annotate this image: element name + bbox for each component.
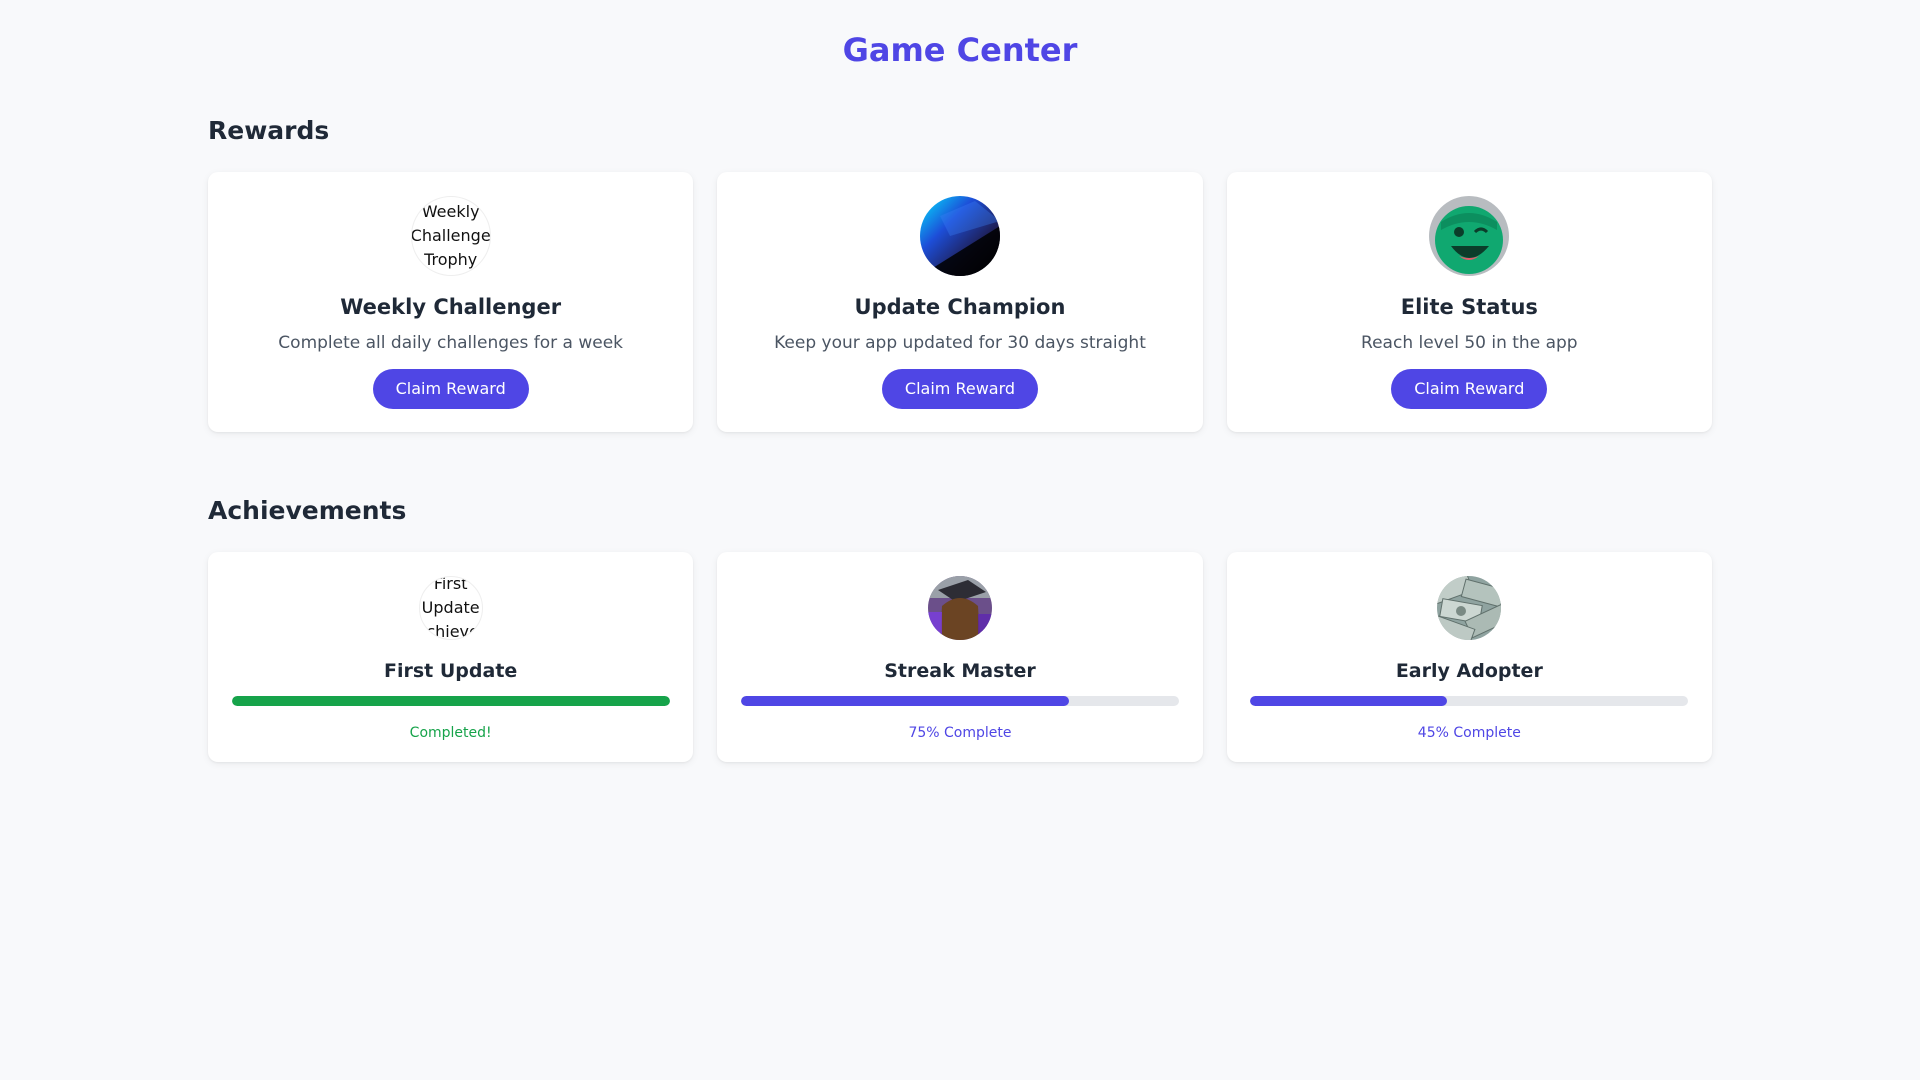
early-adopter-image [1437,576,1502,640]
reward-title: Update Champion [854,295,1066,319]
streak-master-image [927,576,992,640]
weekly-challenge-trophy-image: Weekly Challenge Trophy [410,196,491,276]
progress-bar [740,696,1179,706]
achievement-card-early-adopter: Early Adopter 45% Complete [1226,552,1712,762]
progress-fill [231,696,670,706]
progress-status: 75% Complete [908,725,1012,741]
progress-fill [1250,696,1448,706]
claim-reward-button[interactable]: Claim Reward [1391,369,1548,409]
achievement-title: First Update [384,660,518,682]
progress-bar [231,696,670,706]
game-center-page: Game Center Rewards Weekly Challenge Tro… [0,0,1920,1080]
progress-bar [1250,696,1689,706]
progress-fill [740,696,1070,706]
claim-reward-button[interactable]: Claim Reward [881,369,1039,409]
achievement-title: Early Adopter [1395,660,1543,682]
update-champion-image [919,196,1000,276]
achievement-card-streak-master: Streak Master 75% Complete [717,552,1203,762]
elite-status-image [1429,196,1510,276]
reward-description: Keep your app updated for 30 days straig… [774,333,1146,353]
achievement-card-first-update: First Update Achievement First Update Co… [208,552,694,762]
reward-description: Reach level 50 in the app [1361,333,1578,353]
image-alt-text: First Update Achievement [418,576,482,640]
reward-description: Complete all daily challenges for a week [278,333,624,353]
reward-title: Weekly Challenger [340,295,562,319]
claim-reward-button[interactable]: Claim Reward [372,369,529,409]
page-title: Game Center [842,31,1078,69]
achievements-heading: Achievements [208,496,407,525]
progress-status: 45% Complete [1417,725,1521,741]
progress-status: Completed! [409,725,492,741]
reward-card-update-champion: Update Champion Keep your app updated fo… [717,172,1203,432]
rewards-heading: Rewards [208,116,330,145]
rewards-grid: Weekly Challenge Trophy Weekly Challenge… [208,172,1712,432]
first-update-achievement-image: First Update Achievement [418,576,483,640]
reward-card-weekly-challenger: Weekly Challenge Trophy Weekly Challenge… [208,172,694,432]
reward-card-elite-status: Elite Status Reach level 50 in the app C… [1226,172,1712,432]
achievement-title: Streak Master [884,660,1036,682]
reward-title: Elite Status [1400,295,1538,319]
image-alt-text: Weekly Challenge Trophy [410,202,491,269]
achievements-grid: First Update Achievement First Update Co… [208,552,1712,762]
